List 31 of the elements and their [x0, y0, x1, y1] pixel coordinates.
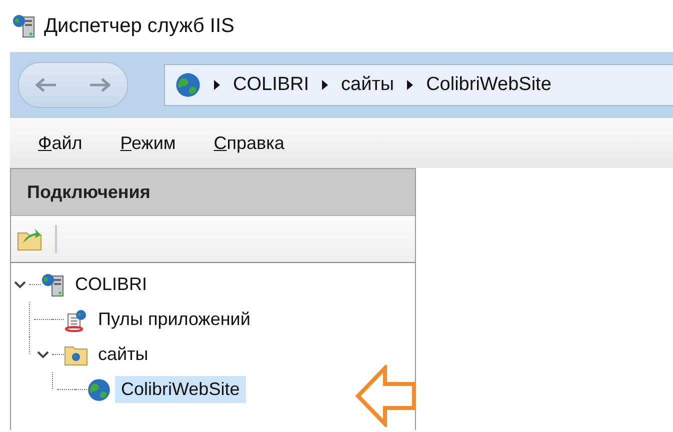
folder-icon [64, 344, 88, 366]
tree-item[interactable]: Пулы приложений [92, 306, 256, 333]
menu-item[interactable]: Справка [214, 132, 284, 154]
tree-item[interactable]: сайты [92, 341, 154, 368]
server-icon [12, 14, 36, 38]
menu-item[interactable]: Файл [38, 132, 82, 154]
separator-icon [406, 79, 414, 91]
forward-button[interactable] [88, 76, 112, 94]
connect-button[interactable] [17, 227, 43, 251]
menu-item[interactable]: Режим [120, 132, 176, 154]
panel-title: Подключения [27, 182, 150, 202]
globe-icon [87, 378, 111, 402]
pointer-arrow [355, 365, 417, 427]
separator-icon [213, 79, 221, 91]
forward-icon [88, 76, 112, 94]
chevron-icon [36, 350, 50, 360]
breadcrumb-item[interactable]: COLIBRI [233, 74, 310, 96]
folder-arrow-icon [17, 227, 43, 251]
tree-item[interactable]: COLIBRI [69, 271, 154, 298]
globe-icon [175, 72, 201, 98]
back-icon [34, 76, 58, 94]
separator-icon [321, 79, 330, 91]
chevron-icon [13, 280, 27, 290]
breadcrumb-item[interactable]: сайты [341, 74, 394, 96]
tree-item[interactable]: ColibriWebSite [115, 376, 246, 403]
window-title: Диспетчер служб IIS [44, 14, 234, 38]
application-pools-icon [64, 308, 88, 332]
server-icon [41, 272, 65, 296]
back-button[interactable] [34, 76, 58, 94]
breadcrumb-item[interactable]: ColibriWebSite [426, 74, 552, 96]
address-bar[interactable]: COLIBRI сайты ColibriWebSite [164, 64, 673, 106]
